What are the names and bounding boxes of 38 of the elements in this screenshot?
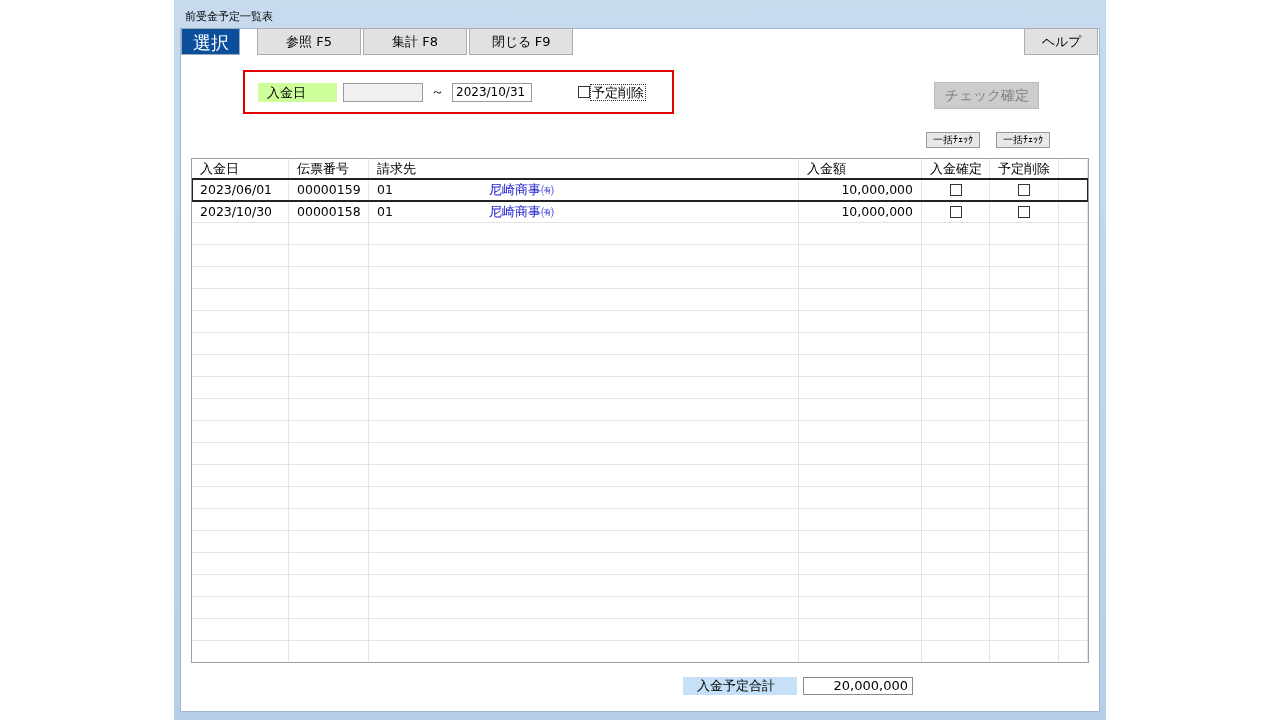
bulk-check-button[interactable]: 一括ﾁｪｯｸ xyxy=(926,132,980,148)
column-header: 入金額 xyxy=(799,159,922,178)
table-cell: 00000159 xyxy=(289,179,369,200)
checkbox[interactable] xyxy=(949,183,962,196)
bulk-check-button[interactable]: 一括ﾁｪｯｸ xyxy=(996,132,1050,148)
column-header: 伝票番号 xyxy=(289,159,369,178)
customer-code: 01 xyxy=(377,203,394,221)
toolbar-button[interactable]: 閉じる F9 xyxy=(469,28,573,55)
checkbox[interactable] xyxy=(949,205,962,218)
mode-label: 選択 xyxy=(181,28,240,55)
date-to-field[interactable]: 2023/10/31 xyxy=(452,82,532,102)
table-cell: 2023/06/01 xyxy=(192,179,289,200)
window-title: 前受金予定一覧表 xyxy=(184,9,274,25)
table-cell: 10,000,000 xyxy=(799,201,922,222)
column-header: 入金確定 xyxy=(922,159,990,178)
checkbox[interactable] xyxy=(1018,205,1030,218)
column-header: 予定削除 xyxy=(990,159,1059,178)
table-cell: 10,000,000 xyxy=(799,179,922,200)
total-label: 入金予定合計 xyxy=(683,677,797,695)
date-label: 入金日 xyxy=(258,82,337,102)
column-header: 請求先 xyxy=(369,159,799,178)
customer-name: 尼崎商事㈲ xyxy=(489,203,554,221)
customer-name: 尼崎商事㈲ xyxy=(489,181,554,199)
checkbox-label: 予定削除 xyxy=(590,83,646,101)
checkbox[interactable] xyxy=(1018,183,1030,196)
column-header: 入金日 xyxy=(192,159,289,178)
table-row[interactable]: 2023/06/01 00000159 01 尼崎商事㈲ 10,000,000 xyxy=(192,179,1088,201)
table-cell: 2023/10/30 xyxy=(192,201,289,222)
table-row[interactable]: 2023/10/30 00000158 01 尼崎商事㈲ 10,000,000 xyxy=(192,201,1088,223)
table-cell: 00000158 xyxy=(289,201,369,222)
toolbar-button[interactable]: 集計 F8 xyxy=(363,28,467,55)
customer-code: 01 xyxy=(377,181,394,199)
toolbar-button[interactable]: 参照 F5 xyxy=(257,28,361,55)
checkbox[interactable] xyxy=(578,86,590,98)
total-field[interactable]: 20,000,000 xyxy=(803,677,913,695)
range-sign: ～ xyxy=(431,83,444,102)
date-from-field[interactable] xyxy=(343,82,423,102)
help-button[interactable]: ヘルプ xyxy=(1024,28,1098,55)
